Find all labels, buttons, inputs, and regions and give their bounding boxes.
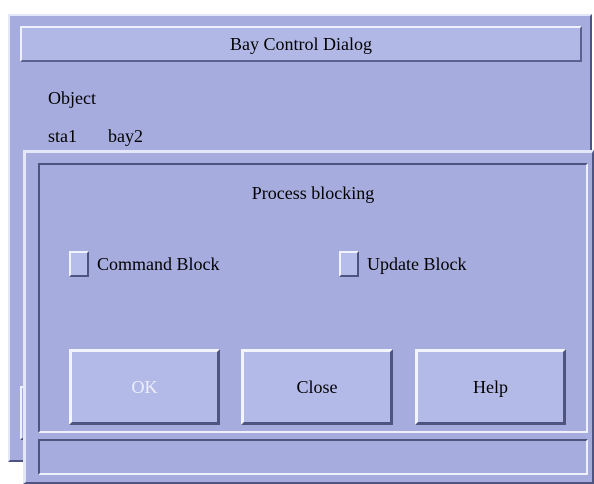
window-title: Bay Control Dialog bbox=[20, 26, 582, 62]
help-button[interactable]: Help bbox=[415, 349, 566, 425]
close-button[interactable]: Close bbox=[241, 349, 393, 425]
ok-button[interactable]: OK bbox=[69, 349, 220, 425]
update-block-checkbox[interactable]: Update Block bbox=[339, 249, 466, 279]
process-blocking-panel: Process blocking Command Block Update Bl… bbox=[38, 163, 588, 433]
bay-value: bay2 bbox=[108, 126, 143, 146]
command-block-checkbox[interactable]: Command Block bbox=[69, 249, 220, 279]
update-block-label: Update Block bbox=[367, 253, 467, 274]
command-block-checkbox-box[interactable] bbox=[69, 251, 89, 277]
process-blocking-dialog: Process blocking Command Block Update Bl… bbox=[23, 150, 594, 484]
station-value: sta1 bbox=[48, 126, 77, 146]
process-blocking-title: Process blocking bbox=[251, 183, 375, 203]
object-label: Object bbox=[48, 88, 96, 108]
update-block-checkbox-box[interactable] bbox=[339, 251, 359, 277]
command-block-label: Command Block bbox=[97, 253, 220, 274]
status-bar bbox=[38, 439, 588, 475]
